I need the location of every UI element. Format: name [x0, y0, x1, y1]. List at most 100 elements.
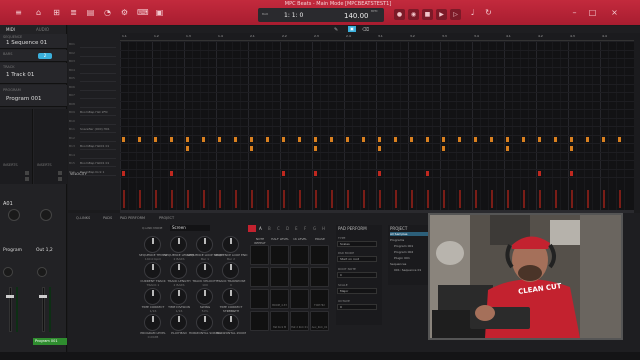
track-row[interactable]: BoomBap Hat01 01: [80, 143, 116, 150]
pad-bank-h[interactable]: H: [322, 226, 325, 231]
sequence-name[interactable]: 1 Sequence 01: [6, 40, 47, 46]
track-row[interactable]: [80, 41, 116, 48]
select-tool-icon[interactable]: ▣: [348, 26, 356, 32]
browser-icon[interactable]: ▤: [86, 8, 95, 17]
minimize-icon[interactable]: –: [570, 8, 579, 17]
pad-bank-f[interactable]: F: [304, 226, 306, 231]
send-knob[interactable]: [37, 267, 47, 277]
bars-value[interactable]: 2: [38, 53, 52, 59]
metronome-icon[interactable]: ♩: [468, 8, 477, 17]
qlink-knob[interactable]: [144, 236, 161, 253]
qlink-knob[interactable]: [222, 288, 239, 305]
project-tree-item[interactable]: All Samples: [390, 232, 428, 236]
tab-pad-perform[interactable]: PAD PERFORM: [120, 216, 145, 220]
volume-fader[interactable]: [9, 287, 12, 332]
track-row[interactable]: [80, 67, 116, 74]
volume-fader[interactable]: [42, 287, 45, 332]
stop-button[interactable]: ■: [422, 9, 433, 20]
maximize-icon[interactable]: □: [588, 8, 597, 17]
insert-slot[interactable]: [25, 177, 29, 181]
track-row[interactable]: [80, 152, 116, 159]
settings-icon[interactable]: ⚙: [120, 8, 129, 17]
qlink-knob[interactable]: [144, 262, 161, 279]
note-grid[interactable]: [120, 33, 634, 210]
qlink-knob[interactable]: [144, 314, 161, 331]
type-select[interactable]: Scales: [337, 241, 377, 247]
qlink-knob[interactable]: [196, 314, 213, 331]
timeline-ruler[interactable]: 1.1 1.2 1.3 1.4 2.1 2.2 2.3 2.4 3.1 3.2 3.3 3.4 4.1 4…: [120, 33, 634, 41]
qlink-knob[interactable]: [196, 288, 213, 305]
close-icon[interactable]: ×: [610, 8, 619, 17]
drum-pad[interactable]: [290, 289, 309, 309]
project-tree-item[interactable]: Sequences: [390, 262, 406, 266]
track-row[interactable]: [80, 58, 116, 65]
drum-pad[interactable]: [270, 245, 289, 265]
pad-control-label[interactable]: HALF LEVEL: [270, 237, 290, 241]
send-knob[interactable]: [3, 267, 13, 277]
pad-bank-g[interactable]: G: [313, 226, 316, 231]
insert-slot[interactable]: [58, 171, 62, 175]
menu-icon[interactable]: ≡: [14, 8, 23, 17]
pad-control-label[interactable]: ERASE: [310, 237, 330, 241]
tempo-value[interactable]: 140.00: [344, 12, 369, 20]
drum-pad[interactable]: [290, 267, 309, 287]
project-tree-item[interactable]: Plugin 001: [394, 256, 410, 260]
pan-knob[interactable]: [40, 209, 52, 221]
tab-midi[interactable]: MIDI: [6, 27, 15, 33]
track-section[interactable]: TRACK 1 Track 01: [0, 63, 67, 84]
pad-mode-select[interactable]: Start on root: [337, 256, 377, 262]
track-row[interactable]: [80, 84, 116, 91]
pad-bank-b[interactable]: B: [268, 226, 271, 231]
qlink-knob[interactable]: [222, 236, 239, 253]
tab-q-links[interactable]: Q-LINKS: [76, 216, 90, 220]
qlink-knob[interactable]: [170, 314, 187, 331]
drum-pad[interactable]: [250, 245, 269, 265]
track-row[interactable]: BoomBap Hat01 01: [80, 160, 116, 167]
qlink-knob[interactable]: [170, 236, 187, 253]
drum-pad[interactable]: [290, 245, 309, 265]
track-row[interactable]: Snarefier (000) H01: [80, 126, 116, 133]
fader-cap[interactable]: [6, 295, 14, 298]
track-row[interactable]: [80, 135, 116, 142]
sample-icon[interactable]: ◔: [103, 8, 112, 17]
pad-bank-e[interactable]: E: [295, 226, 298, 231]
track-row[interactable]: [80, 50, 116, 57]
qlink-knob[interactable]: [222, 314, 239, 331]
program-name[interactable]: Program 001: [6, 96, 41, 102]
qlink-knob[interactable]: [196, 236, 213, 253]
mixer-icon[interactable]: ≣: [69, 8, 78, 17]
root-note-select[interactable]: C: [337, 272, 377, 278]
octave-select[interactable]: 0: [337, 304, 377, 310]
drum-pad[interactable]: [250, 289, 269, 309]
tab-pads[interactable]: PADS: [103, 216, 112, 220]
tab-audio[interactable]: AUDIO: [36, 27, 49, 33]
qlink-knob[interactable]: [170, 262, 187, 279]
insert-slot[interactable]: [58, 177, 62, 181]
track-row[interactable]: [80, 75, 116, 82]
tab-project[interactable]: PROJECT: [159, 216, 174, 220]
qlink-knob[interactable]: [170, 288, 187, 305]
qlink-knob[interactable]: [196, 262, 213, 279]
pan-knob[interactable]: [8, 209, 20, 221]
loop-icon[interactable]: ↻: [484, 8, 493, 17]
track-row[interactable]: [80, 101, 116, 108]
pad-bank-d[interactable]: D: [286, 226, 289, 231]
project-tree-item[interactable]: Program 002: [394, 250, 413, 254]
insert-slot[interactable]: [25, 171, 29, 175]
pad-bank-c[interactable]: C: [277, 226, 280, 231]
drum-pad[interactable]: [250, 267, 269, 287]
track-name[interactable]: 1 Track 01: [6, 72, 34, 78]
channel-program-button[interactable]: Program 001: [33, 338, 67, 345]
play-button[interactable]: ▷: [450, 9, 461, 20]
pad-bank-a[interactable]: A: [259, 226, 262, 231]
track-row[interactable]: [80, 118, 116, 125]
overdub-button[interactable]: ◉: [408, 9, 419, 20]
project-tree-item[interactable]: Program 001: [394, 244, 413, 248]
vertical-scrollbar[interactable]: [634, 33, 640, 210]
fader-cap[interactable]: [39, 295, 47, 298]
pad-control-label[interactable]: 16 LEVEL: [290, 237, 310, 241]
drum-pad[interactable]: [270, 267, 289, 287]
record-button[interactable]: ●: [394, 9, 405, 20]
home-icon[interactable]: ⌂: [34, 8, 43, 17]
scale-select[interactable]: Major: [337, 288, 377, 294]
